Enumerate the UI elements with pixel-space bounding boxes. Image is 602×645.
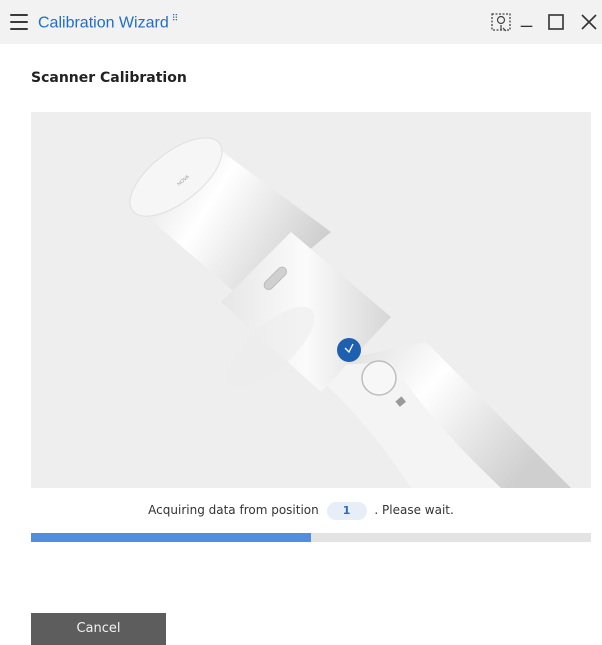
maximize-icon[interactable] bbox=[547, 13, 565, 31]
title-badge-icon: ⠿ bbox=[171, 13, 179, 23]
status-message: Acquiring data from position 1 . Please … bbox=[0, 502, 602, 520]
status-suffix: . Please wait. bbox=[374, 503, 454, 517]
status-prefix: Acquiring data from position bbox=[148, 503, 319, 517]
scanner-illustration: NOVA bbox=[129, 137, 571, 488]
progress-bar bbox=[31, 533, 591, 542]
window-title: Calibration Wizard bbox=[38, 14, 169, 32]
close-icon[interactable] bbox=[580, 13, 598, 31]
section-title: Scanner Calibration bbox=[31, 70, 187, 86]
title-bar: Calibration Wizard ⠿ _ bbox=[0, 0, 602, 44]
app-title: Calibration Wizard ⠿ bbox=[38, 13, 178, 32]
cancel-button[interactable]: Cancel bbox=[31, 613, 166, 645]
position-indicator: 1 bbox=[326, 502, 367, 520]
menu-icon[interactable] bbox=[10, 14, 28, 30]
minimize-icon[interactable]: _ bbox=[521, 4, 532, 30]
scanner-image: NOVA bbox=[31, 112, 591, 488]
progress-fill bbox=[31, 533, 311, 542]
screenshot-icon[interactable] bbox=[489, 9, 515, 35]
